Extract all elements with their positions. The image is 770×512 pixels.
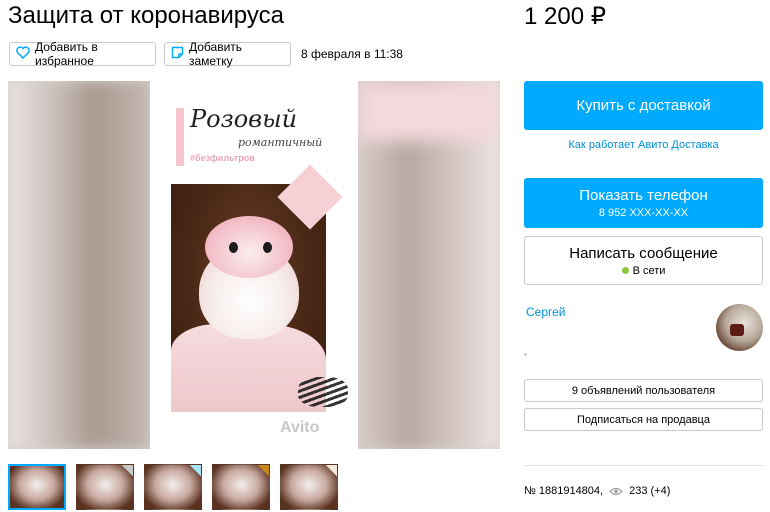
add-to-favorites-button[interactable]: Добавить в избранное [9, 40, 156, 68]
online-status: В сети [621, 264, 666, 277]
thumbnail-mark [189, 465, 201, 477]
photo-caption-subtitle: романтичный [238, 136, 323, 149]
photo-hashtag: #безфильтров [190, 153, 255, 163]
thumbnail-mark [257, 465, 269, 477]
thumbnail-mark [325, 465, 337, 477]
show-phone-label: Показать телефон [579, 187, 708, 204]
thumbnail[interactable] [8, 464, 66, 510]
eye-icon [609, 487, 623, 496]
user-ads-button[interactable]: 9 объявлений пользователя [524, 379, 763, 402]
delivery-info-link[interactable]: Как работает Авито Доставка [524, 139, 763, 151]
thumbnail[interactable] [280, 464, 338, 510]
gallery-blur-left [8, 81, 150, 449]
ad-number: № 1881914804, [524, 485, 604, 497]
thumbnail[interactable] [144, 464, 202, 510]
add-note-button[interactable]: Добавить заметку [164, 40, 291, 68]
avatar-image-detail [730, 324, 744, 336]
phone-number: 8 952 XXX-XX-XX [598, 207, 689, 219]
buy-with-delivery-button[interactable]: Купить с доставкой [524, 81, 763, 130]
seller-info-dot [524, 353, 527, 356]
meta-divider [524, 465, 763, 466]
show-phone-button[interactable]: Показать телефон 8 952 XXX-XX-XX [524, 178, 763, 228]
photo-gallery[interactable]: Розовый романтичный #безфильтров Avito [8, 81, 500, 449]
listing-title: Защита от коронавируса [8, 2, 284, 29]
photo-scribble [298, 377, 348, 407]
main-photo[interactable]: Розовый романтичный #безфильтров Avito [150, 81, 358, 449]
gallery-blur-right-accent [358, 81, 500, 141]
thumbnail[interactable] [76, 464, 134, 510]
seller-name-link[interactable]: Сергей [526, 305, 566, 319]
add-to-favorites-label: Добавить в избранное [35, 40, 98, 68]
note-icon [171, 46, 184, 62]
thumbnail-mark [121, 465, 133, 477]
hamster-eye-right [263, 242, 272, 253]
online-dot-icon [621, 267, 629, 274]
online-status-label: В сети [632, 264, 666, 277]
thumbnail-strip [8, 464, 338, 510]
listing-meta: № 1881914804, 233 (+4) [524, 485, 670, 497]
add-note-label: Добавить заметку [189, 40, 243, 68]
seller-avatar[interactable] [716, 304, 763, 351]
avito-watermark: Avito [280, 419, 320, 436]
heart-icon [16, 46, 30, 62]
write-message-button[interactable]: Написать сообщение В сети [524, 236, 763, 285]
write-message-label: Написать сообщение [569, 244, 718, 262]
thumbnail[interactable] [212, 464, 270, 510]
views-count: 233 (+4) [629, 485, 671, 497]
listing-date: 8 февраля в 11:38 [301, 47, 403, 61]
hamster-eye-left [229, 242, 238, 253]
hamster-head [205, 216, 293, 278]
listing-price: 1 200 ₽ [524, 3, 606, 30]
subscribe-seller-button[interactable]: Подписаться на продавца [524, 408, 763, 431]
photo-caption-title: Розовый [190, 105, 298, 133]
photo-pink-bar [176, 108, 184, 166]
